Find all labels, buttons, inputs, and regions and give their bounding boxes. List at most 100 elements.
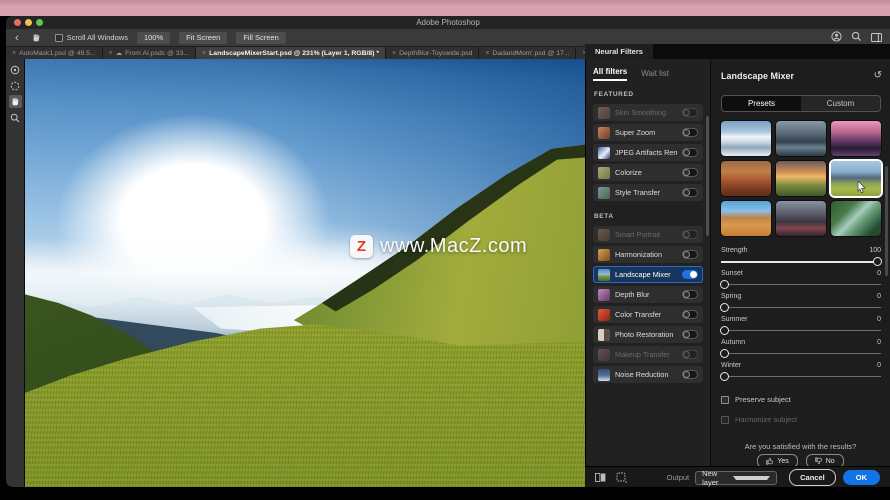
slider-label: Spring bbox=[721, 293, 741, 303]
slider-knob[interactable] bbox=[873, 257, 882, 266]
photoshop-window: Adobe Photoshop ‹ Scroll All Windows 100… bbox=[6, 16, 890, 487]
filter-toggle[interactable] bbox=[682, 148, 698, 157]
tab-colorize3[interactable]: ×©Colorize3.jpeg @ 62... bbox=[576, 47, 585, 59]
tab-custom[interactable]: Custom bbox=[801, 96, 880, 111]
image-canvas[interactable]: Z www.MacZ.com bbox=[25, 59, 585, 487]
slider-track[interactable] bbox=[721, 307, 881, 308]
tab-wait-list[interactable]: Wait list bbox=[641, 69, 669, 81]
hand-tool-icon[interactable] bbox=[9, 95, 22, 108]
preset-thumbnail-mountain-valley[interactable] bbox=[776, 121, 826, 156]
slider-value: 0 bbox=[877, 362, 881, 372]
preset-thumbnail-desert-cliffs[interactable] bbox=[721, 201, 771, 236]
preset-thumbnail-green-meadow-selected[interactable] bbox=[831, 161, 881, 196]
checkbox-box[interactable] bbox=[721, 416, 729, 424]
tab-all-filters[interactable]: All filters bbox=[593, 67, 627, 81]
slider-track[interactable] bbox=[721, 261, 881, 263]
filter-toggle[interactable] bbox=[682, 290, 698, 299]
preserve-subject-checkbox[interactable]: Preserve subject bbox=[721, 395, 791, 404]
reset-icon[interactable]: ↺ bbox=[874, 71, 882, 81]
filter-row-depth-blur[interactable]: Depth Blur bbox=[593, 286, 703, 303]
preset-thumbnail-purple-sunset[interactable] bbox=[831, 121, 881, 156]
filter-toggle[interactable] bbox=[682, 230, 698, 239]
preset-thumbnail-sunset-field[interactable] bbox=[776, 161, 826, 196]
close-icon[interactable]: × bbox=[12, 50, 16, 57]
preset-thumbnail-river-valley[interactable] bbox=[831, 201, 881, 236]
preset-thumbnail-monument-valley[interactable] bbox=[776, 201, 826, 236]
filter-toggle[interactable] bbox=[682, 370, 698, 379]
slider-knob[interactable] bbox=[720, 372, 729, 381]
filter-toggle[interactable] bbox=[682, 168, 698, 177]
slider-knob[interactable] bbox=[720, 349, 729, 358]
close-icon[interactable]: × bbox=[202, 50, 206, 57]
cancel-button[interactable]: Cancel bbox=[789, 469, 836, 486]
scroll-all-windows-label: Scroll All Windows bbox=[67, 33, 128, 42]
filter-row-skin-smoothing[interactable]: Skin Smoothing bbox=[593, 104, 703, 121]
slider-track[interactable] bbox=[721, 330, 881, 331]
slider-track[interactable] bbox=[721, 353, 881, 354]
filter-toggle[interactable] bbox=[682, 188, 698, 197]
preset-thumbnail-snowy-mountains[interactable] bbox=[721, 121, 771, 156]
filter-toggle[interactable] bbox=[682, 108, 698, 117]
checkbox-box[interactable] bbox=[55, 34, 63, 42]
scroll-all-windows-checkbox[interactable]: Scroll All Windows bbox=[55, 33, 128, 42]
filter-toggle[interactable] bbox=[682, 350, 698, 359]
filter-row-style-transfer[interactable]: Style Transfer bbox=[593, 184, 703, 201]
preset-grid bbox=[721, 121, 881, 236]
neural-filters-panel-tab[interactable]: Neural Filters bbox=[585, 44, 653, 59]
chevron-down-icon bbox=[733, 476, 770, 480]
fill-screen-button[interactable]: Fill Screen bbox=[236, 32, 285, 44]
filter-row-super-zoom[interactable]: Super Zoom bbox=[593, 124, 703, 141]
slider-label: Summer bbox=[721, 316, 747, 326]
filters-scrollbar[interactable] bbox=[706, 116, 709, 236]
document-tab-bar: ×AutoMask1.psd @ 49.5... ×☁From AI.psdc … bbox=[6, 47, 585, 59]
slider-knob[interactable] bbox=[720, 280, 729, 289]
harmonize-subject-checkbox[interactable]: Harmonize subject bbox=[721, 415, 797, 424]
filter-toggle[interactable] bbox=[682, 128, 698, 137]
close-icon[interactable]: × bbox=[392, 50, 396, 57]
tab-presets[interactable]: Presets bbox=[722, 96, 801, 111]
filter-row-makeup-transfer[interactable]: Makeup Transfer bbox=[593, 346, 703, 363]
zoom-tool-icon[interactable] bbox=[9, 111, 22, 124]
slider-sunset: Sunset0 bbox=[721, 270, 881, 293]
before-after-preview-icon[interactable] bbox=[595, 473, 606, 482]
tab-landscapemixerstart-active[interactable]: ×LandscapeMixerStart.psd @ 231% (Layer 1… bbox=[196, 47, 386, 59]
slider-knob[interactable] bbox=[720, 326, 729, 335]
tab-depthblur[interactable]: ×DepthBlur-Toyswide.psd bbox=[386, 47, 479, 59]
filter-row-colorize[interactable]: Colorize bbox=[593, 164, 703, 181]
output-dropdown[interactable]: New layer bbox=[695, 471, 777, 485]
filter-toggle[interactable] bbox=[682, 310, 698, 319]
ok-button[interactable]: OK bbox=[843, 470, 880, 485]
filter-toggle[interactable] bbox=[682, 330, 698, 339]
back-chevron-icon[interactable]: ‹ bbox=[15, 33, 19, 43]
filter-row-smart-portrait[interactable]: Smart Portrait bbox=[593, 226, 703, 243]
tab-from-ai[interactable]: ×☁From AI.psdc @ 33... bbox=[103, 47, 197, 59]
close-icon[interactable]: × bbox=[109, 50, 113, 57]
filter-toggle[interactable] bbox=[682, 250, 698, 259]
filter-row-noise-reduction[interactable]: Noise Reduction bbox=[593, 366, 703, 383]
hand-tool-icon[interactable] bbox=[31, 33, 41, 43]
eraser-brush-tool-icon[interactable] bbox=[9, 79, 22, 92]
preview-options-icon[interactable] bbox=[616, 472, 628, 483]
watermark: Z www.MacZ.com bbox=[350, 235, 527, 258]
filter-thumbnail bbox=[598, 349, 610, 361]
zoom-100-button[interactable]: 100% bbox=[137, 32, 170, 44]
filter-row-landscape-mixer[interactable]: Landscape Mixer bbox=[593, 266, 703, 283]
output-value: New layer bbox=[702, 469, 733, 487]
filter-row-jpeg-artifacts-removal[interactable]: JPEG Artifacts Removal bbox=[593, 144, 703, 161]
tab-dadandmom[interactable]: ×DadandMom'.psd @ 17... bbox=[479, 47, 576, 59]
checkbox-box[interactable] bbox=[721, 396, 729, 404]
filter-row-color-transfer[interactable]: Color Transfer bbox=[593, 306, 703, 323]
panel-title: Landscape Mixer bbox=[721, 71, 794, 81]
slider-track[interactable] bbox=[721, 284, 881, 285]
tab-automask1[interactable]: ×AutoMask1.psd @ 49.5... bbox=[6, 47, 103, 59]
detail-panel-scrollbar[interactable] bbox=[885, 166, 888, 276]
sample-brush-tool-icon[interactable] bbox=[9, 63, 22, 76]
slider-track[interactable] bbox=[721, 376, 881, 377]
fit-screen-button[interactable]: Fit Screen bbox=[179, 32, 227, 44]
preset-thumbnail-canyon[interactable] bbox=[721, 161, 771, 196]
slider-knob[interactable] bbox=[720, 303, 729, 312]
close-icon[interactable]: × bbox=[485, 50, 489, 57]
filter-row-harmonization[interactable]: Harmonization bbox=[593, 246, 703, 263]
filter-toggle[interactable] bbox=[682, 270, 698, 279]
filter-row-photo-restoration[interactable]: Photo Restoration bbox=[593, 326, 703, 343]
